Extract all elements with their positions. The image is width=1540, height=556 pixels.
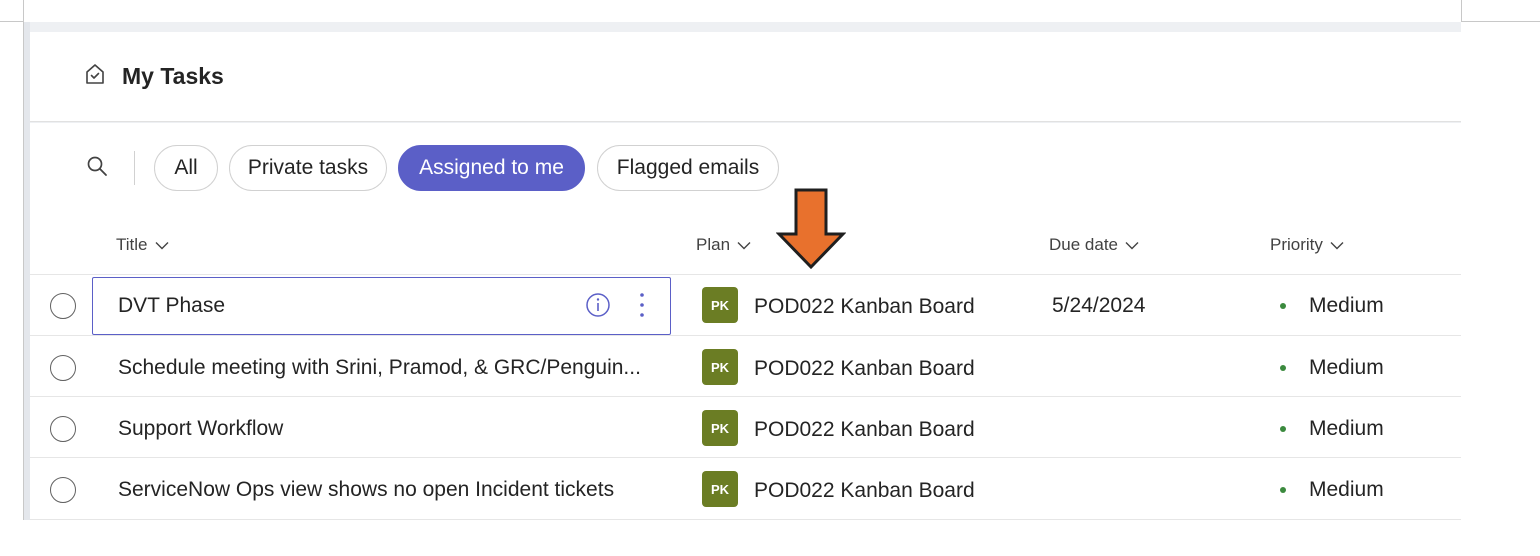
- frame-right-edge: [1461, 0, 1462, 22]
- filter-flagged-emails-button[interactable]: Flagged emails: [597, 145, 779, 191]
- frame-line-left: [0, 21, 24, 22]
- search-icon[interactable]: [86, 155, 108, 177]
- task-complete-checkbox[interactable]: [50, 416, 76, 442]
- plan-avatar: PK: [702, 471, 738, 507]
- plan-avatar: PK: [702, 410, 738, 446]
- window-top-edge: [0, 0, 1540, 22]
- priority-label[interactable]: Medium: [1309, 294, 1384, 318]
- task-complete-checkbox[interactable]: [50, 355, 76, 381]
- task-title[interactable]: Schedule meeting with Srini, Pramod, & G…: [118, 356, 641, 380]
- frame-line-right: [1462, 21, 1540, 22]
- plan-avatar: PK: [702, 349, 738, 385]
- table-row[interactable]: Support Workflow PK POD022 Kanban Board …: [30, 396, 1461, 457]
- frame-left-edge: [23, 0, 24, 22]
- chevron-down-icon: [1330, 241, 1344, 249]
- page-header: My Tasks: [30, 32, 1461, 122]
- due-date[interactable]: 5/24/2024: [1052, 294, 1145, 318]
- list-bottom-border: [30, 519, 1461, 520]
- priority-label[interactable]: Medium: [1309, 356, 1384, 380]
- chevron-down-icon: [737, 241, 751, 249]
- down-arrow-icon: [776, 188, 846, 270]
- column-plan-label: Plan: [696, 235, 731, 254]
- task-title[interactable]: DVT Phase: [118, 294, 225, 318]
- task-title[interactable]: ServiceNow Ops view shows no open Incide…: [118, 478, 614, 502]
- plan-name[interactable]: POD022 Kanban Board: [754, 479, 975, 503]
- priority-dot-icon: [1280, 303, 1286, 309]
- column-title-label: Title: [116, 235, 148, 254]
- priority-dot-icon: [1280, 487, 1286, 493]
- task-list-panel: All Private tasks Assigned to me Flagged…: [30, 123, 1461, 520]
- page-title: My Tasks: [122, 63, 224, 89]
- column-priority-label: Priority: [1270, 235, 1323, 254]
- column-header-plan[interactable]: Plan: [696, 235, 751, 255]
- more-options-icon[interactable]: [636, 291, 648, 319]
- task-complete-checkbox[interactable]: [50, 293, 76, 319]
- table-row[interactable]: DVT Phase PK POD022 Kanban Board 5/24/20…: [30, 274, 1461, 335]
- column-header-due-date[interactable]: Due date: [1049, 235, 1139, 255]
- filter-all-button[interactable]: All: [154, 145, 218, 191]
- house-check-icon: [86, 64, 104, 84]
- column-due-date-label: Due date: [1049, 235, 1118, 254]
- priority-label[interactable]: Medium: [1309, 417, 1384, 441]
- table-row[interactable]: ServiceNow Ops view shows no open Incide…: [30, 457, 1461, 518]
- filter-assigned-to-me-button[interactable]: Assigned to me: [398, 145, 585, 191]
- info-icon[interactable]: [585, 292, 611, 318]
- plan-avatar: PK: [702, 287, 738, 323]
- column-header-title[interactable]: Title: [116, 235, 169, 255]
- task-title[interactable]: Support Workflow: [118, 417, 283, 441]
- table-row[interactable]: Schedule meeting with Srini, Pramod, & G…: [30, 335, 1461, 396]
- priority-label[interactable]: Medium: [1309, 478, 1384, 502]
- task-complete-checkbox[interactable]: [50, 477, 76, 503]
- chevron-down-icon: [155, 241, 168, 249]
- plan-name[interactable]: POD022 Kanban Board: [754, 418, 975, 442]
- plan-name[interactable]: POD022 Kanban Board: [754, 295, 975, 319]
- column-header-priority[interactable]: Priority: [1270, 235, 1344, 255]
- filter-private-tasks-button[interactable]: Private tasks: [229, 145, 387, 191]
- filter-divider: [134, 151, 135, 185]
- plan-name[interactable]: POD022 Kanban Board: [754, 357, 975, 381]
- priority-dot-icon: [1280, 426, 1286, 432]
- priority-dot-icon: [1280, 365, 1286, 371]
- chevron-down-icon: [1125, 241, 1139, 249]
